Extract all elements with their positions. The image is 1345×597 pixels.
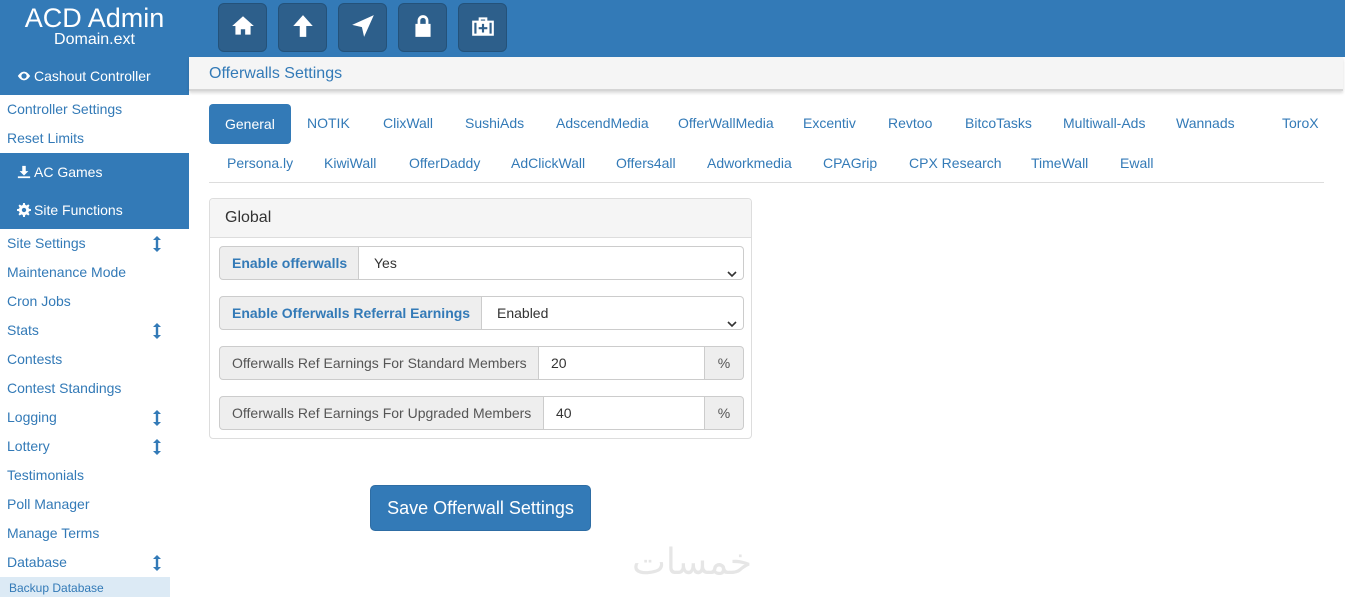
sidebar-item-manage-terms[interactable]: Manage Terms [0,519,189,548]
brand-subtitle: Domain.ext [54,31,135,48]
tab-bitcotasks[interactable]: BitcoTasks [965,115,1032,131]
sidebar-item-database[interactable]: Database [0,548,189,577]
tab-cpx-research[interactable]: CPX Research [909,155,1002,171]
sidebar-section-cashout[interactable]: Cashout Controller [0,57,189,95]
enable-offerwalls-row: Enable offerwalls Yes [219,246,744,280]
sidebar-item-poll-manager[interactable]: Poll Manager [0,490,189,519]
enable-offerwalls-select[interactable]: Yes [359,246,744,280]
home-icon [230,13,256,42]
sidebar-item-reset-limits[interactable]: Reset Limits [0,124,189,153]
brand-title: ACD Admin [24,3,165,33]
global-panel: Global Enable offerwalls Yes Enable Offe… [209,198,752,439]
top-toolbar [218,3,518,52]
sidebar-section-label: Site Functions [34,202,123,218]
enable-ref-earnings-row: Enable Offerwalls Referral Earnings Enab… [219,296,744,330]
chevron-down-icon [727,258,737,278]
ref-standard-label: Offerwalls Ref Earnings For Standard Mem… [219,346,539,380]
sidebar-item-cron-jobs[interactable]: Cron Jobs [0,287,189,316]
sidebar-section-label: Cashout Controller [34,68,151,84]
sidebar-item-lottery[interactable]: Lottery [0,432,189,461]
tab-adworkmedia[interactable]: Adworkmedia [707,155,792,171]
sidebar-item-logging[interactable]: Logging [0,403,189,432]
arrow-up-icon [290,13,316,42]
tab-persona-ly[interactable]: Persona.ly [227,155,293,171]
sidebar: Cashout Controller Controller Settings R… [0,57,189,597]
expand-arrows-icon[interactable] [150,432,164,461]
tab-ewall[interactable]: Ewall [1120,155,1153,171]
expand-arrows-icon[interactable] [150,548,164,577]
upload-button[interactable] [278,3,327,52]
chevron-down-icon [727,308,737,328]
expand-arrows-icon[interactable] [150,229,164,258]
tab-kiwiwall[interactable]: KiwiWall [324,155,376,171]
panel-heading: Global [210,199,751,238]
sidebar-section-ac-games[interactable]: AC Games [0,153,189,191]
download-icon [17,165,31,179]
tab-revtoo[interactable]: Revtoo [888,115,932,131]
percent-addon: % [705,396,744,430]
tab-sushiads[interactable]: SushiAds [465,115,524,131]
tab-clixwall[interactable]: ClixWall [383,115,433,131]
sidebar-item-contests[interactable]: Contests [0,345,189,374]
tab-offers4all[interactable]: Offers4all [616,155,676,171]
tab-general[interactable]: General [209,104,291,144]
enable-offerwalls-label: Enable offerwalls [219,246,359,280]
tab-offerdaddy[interactable]: OfferDaddy [409,155,480,171]
ref-standard-row: Offerwalls Ref Earnings For Standard Mem… [219,346,744,380]
ref-upgraded-label: Offerwalls Ref Earnings For Upgraded Mem… [219,396,544,430]
sidebar-item-testimonials[interactable]: Testimonials [0,461,189,490]
tab-adclickwall[interactable]: AdClickWall [511,155,585,171]
tab-torox[interactable]: ToroX [1282,115,1319,131]
medkit-icon [470,13,496,42]
tab-wannads[interactable]: Wannads [1176,115,1235,131]
eye-icon [17,69,31,83]
page-header: Offerwalls Settings [189,57,1343,91]
brand[interactable]: ACD Admin Domain.ext [0,0,189,57]
tab-timewall[interactable]: TimeWall [1031,155,1088,171]
ref-upgraded-input[interactable]: 40 [544,396,705,430]
offerwall-tabs: General NOTIK ClixWall SushiAds AdscendMedia… [209,103,1324,183]
sidebar-item-site-settings[interactable]: Site Settings [0,229,189,258]
lock-button[interactable] [398,3,447,52]
tab-cpagrip[interactable]: CPAGrip [823,155,877,171]
tab-offerwallmedia[interactable]: OfferWallMedia [678,115,774,131]
sidebar-item-backup-database[interactable]: Backup Database [0,577,170,597]
watermark-text: خمسات [632,542,752,580]
top-header: ACD Admin Domain.ext [0,0,1345,57]
ref-upgraded-row: Offerwalls Ref Earnings For Upgraded Mem… [219,396,744,430]
location-arrow-icon [350,13,376,42]
tab-multiwall-ads[interactable]: Multiwall-Ads [1063,115,1145,131]
expand-arrows-icon[interactable] [150,403,164,432]
save-offerwall-settings-button[interactable]: Save Offerwall Settings [370,485,591,531]
tab-excentiv[interactable]: Excentiv [803,115,856,131]
sidebar-section-label: AC Games [34,164,103,180]
lock-icon [410,13,436,42]
page-title: Offerwalls Settings [209,65,343,82]
sidebar-section-site-functions[interactable]: Site Functions [0,191,189,229]
enable-ref-earnings-select[interactable]: Enabled [482,296,744,330]
medkit-button[interactable] [458,3,507,52]
sidebar-item-controller-settings[interactable]: Controller Settings [0,95,189,124]
enable-ref-earnings-label: Enable Offerwalls Referral Earnings [219,296,482,330]
percent-addon: % [705,346,744,380]
tab-notik[interactable]: NOTIK [307,115,350,131]
sidebar-item-stats[interactable]: Stats [0,316,189,345]
watermark-logo: خمسات [632,542,752,580]
tab-adscendmedia[interactable]: AdscendMedia [556,115,649,131]
sidebar-item-maintenance-mode[interactable]: Maintenance Mode [0,258,189,287]
home-button[interactable] [218,3,267,52]
expand-arrows-icon[interactable] [150,316,164,345]
sidebar-item-contest-standings[interactable]: Contest Standings [0,374,189,403]
navigate-button[interactable] [338,3,387,52]
ref-standard-input[interactable]: 20 [539,346,705,380]
gear-icon [17,203,31,217]
